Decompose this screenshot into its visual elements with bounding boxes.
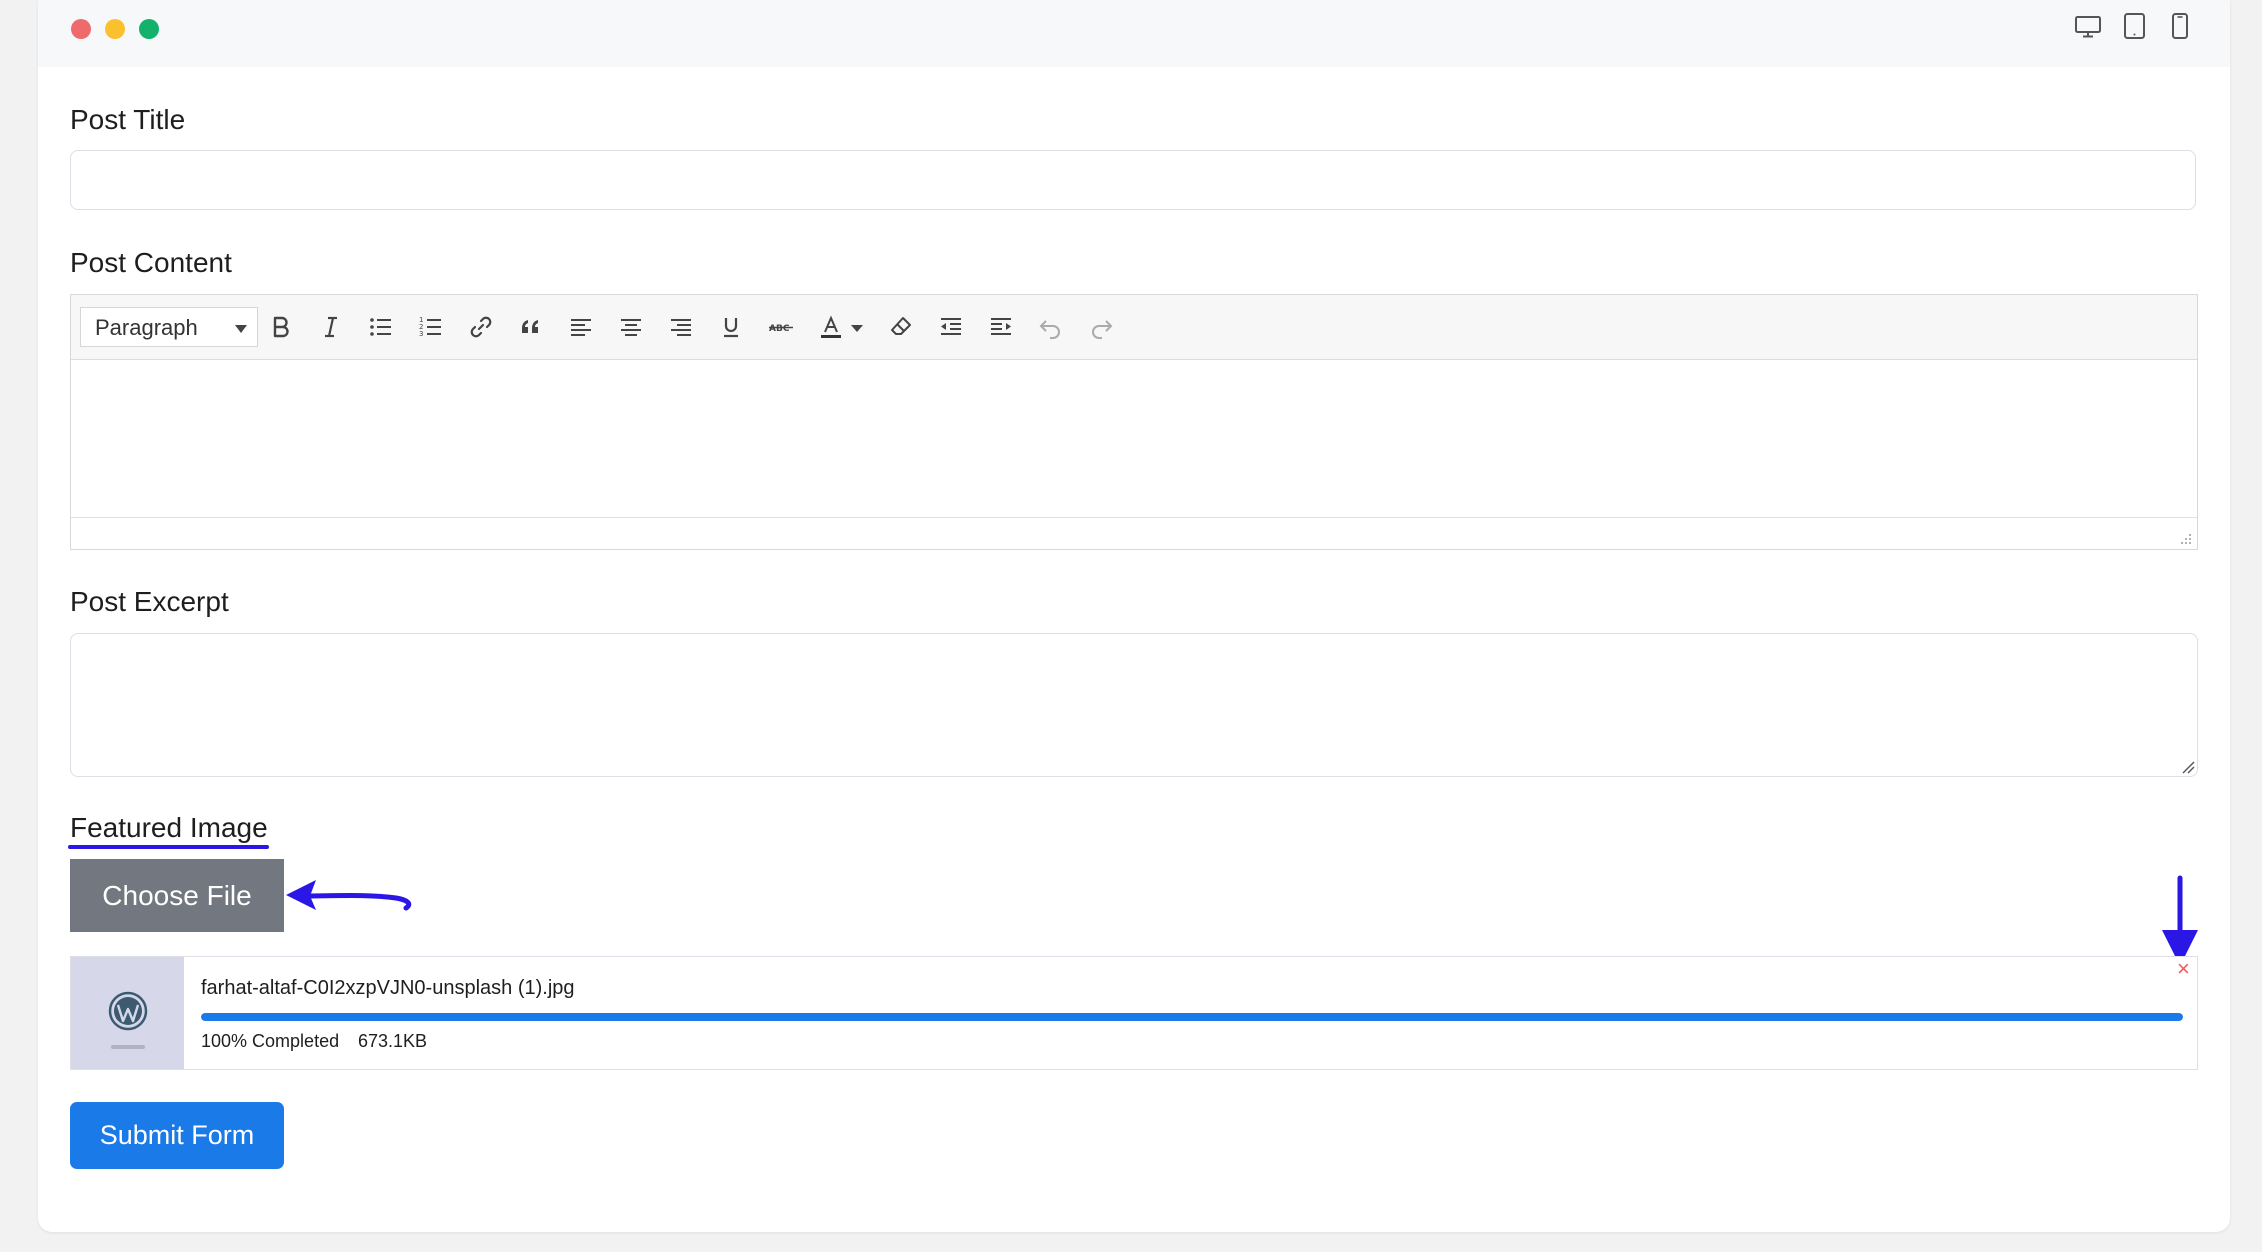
- chevron-down-icon: [235, 325, 247, 333]
- link-icon[interactable]: [465, 311, 497, 343]
- align-center-icon[interactable]: [615, 311, 647, 343]
- upload-progress-fill: [201, 1013, 2183, 1021]
- mobile-icon[interactable]: [2164, 10, 2196, 42]
- form-window: Post Title Post Content Paragraph 123 AB…: [38, 0, 2230, 1232]
- post-title-input[interactable]: [70, 150, 2196, 210]
- post-content-textarea[interactable]: [71, 359, 2197, 517]
- upload-progress-bar: [201, 1013, 2183, 1021]
- outdent-icon[interactable]: [935, 311, 967, 343]
- strikethrough-icon[interactable]: ABC: [765, 311, 797, 343]
- tablet-icon[interactable]: [2118, 10, 2150, 42]
- resize-handle-icon[interactable]: [2179, 758, 2195, 774]
- file-size: 673.1KB: [358, 1031, 428, 1051]
- post-excerpt-input[interactable]: [70, 633, 2198, 777]
- file-name: farhat-altaf-C0I2xzpVJN0-unsplash (1).jp…: [201, 977, 575, 999]
- post-excerpt-label: Post Excerpt: [70, 586, 229, 617]
- thumbnail-shadow: [111, 1045, 145, 1049]
- numbered-list-icon[interactable]: 123: [415, 311, 447, 343]
- annotation-arrow-left-icon: [286, 880, 412, 911]
- blockquote-icon[interactable]: [515, 311, 547, 343]
- align-left-icon[interactable]: [565, 311, 597, 343]
- window-titlebar: [38, 0, 2230, 67]
- editor-statusbar: [71, 517, 2197, 550]
- minimize-window-button[interactable]: [105, 19, 125, 39]
- annotation-arrow-down-icon: [2162, 875, 2198, 966]
- italic-icon[interactable]: [315, 311, 347, 343]
- submit-form-button[interactable]: Submit Form: [70, 1102, 284, 1169]
- undo-icon[interactable]: [1035, 311, 1067, 343]
- uploaded-file-item: farhat-altaf-C0I2xzpVJN0-unsplash (1).jp…: [70, 956, 2198, 1070]
- editor-toolbar: Paragraph 123 ABC: [71, 295, 2197, 360]
- text-color-dropdown-icon[interactable]: [847, 311, 867, 343]
- featured-image-label: Featured Image: [70, 812, 268, 843]
- post-content-label: Post Content: [70, 247, 232, 278]
- post-content-editor: Paragraph 123 ABC: [70, 294, 2198, 550]
- choose-file-button[interactable]: Choose File: [70, 859, 284, 932]
- format-select[interactable]: Paragraph: [80, 307, 258, 347]
- indent-icon[interactable]: [985, 311, 1017, 343]
- align-right-icon[interactable]: [665, 311, 697, 343]
- close-window-button[interactable]: [71, 19, 91, 39]
- resize-handle-icon[interactable]: [2177, 530, 2193, 546]
- remove-file-button[interactable]: ×: [2177, 958, 2190, 980]
- file-thumbnail: [71, 957, 184, 1069]
- post-title-label: Post Title: [70, 104, 186, 135]
- bold-icon[interactable]: [265, 311, 297, 343]
- maximize-window-button[interactable]: [139, 19, 159, 39]
- svg-text:3: 3: [419, 330, 423, 338]
- wordpress-logo-icon: [108, 991, 148, 1031]
- text-color-icon[interactable]: [815, 311, 847, 343]
- svg-text:ABC: ABC: [769, 324, 790, 334]
- clear-formatting-icon[interactable]: [885, 311, 917, 343]
- annotation-underline: [68, 845, 269, 849]
- format-select-value: Paragraph: [95, 315, 198, 340]
- desktop-icon[interactable]: [2072, 10, 2104, 42]
- bullet-list-icon[interactable]: [365, 311, 397, 343]
- underline-icon[interactable]: [715, 311, 747, 343]
- redo-icon[interactable]: [1085, 311, 1117, 343]
- upload-status: 100% Completed: [201, 1031, 340, 1051]
